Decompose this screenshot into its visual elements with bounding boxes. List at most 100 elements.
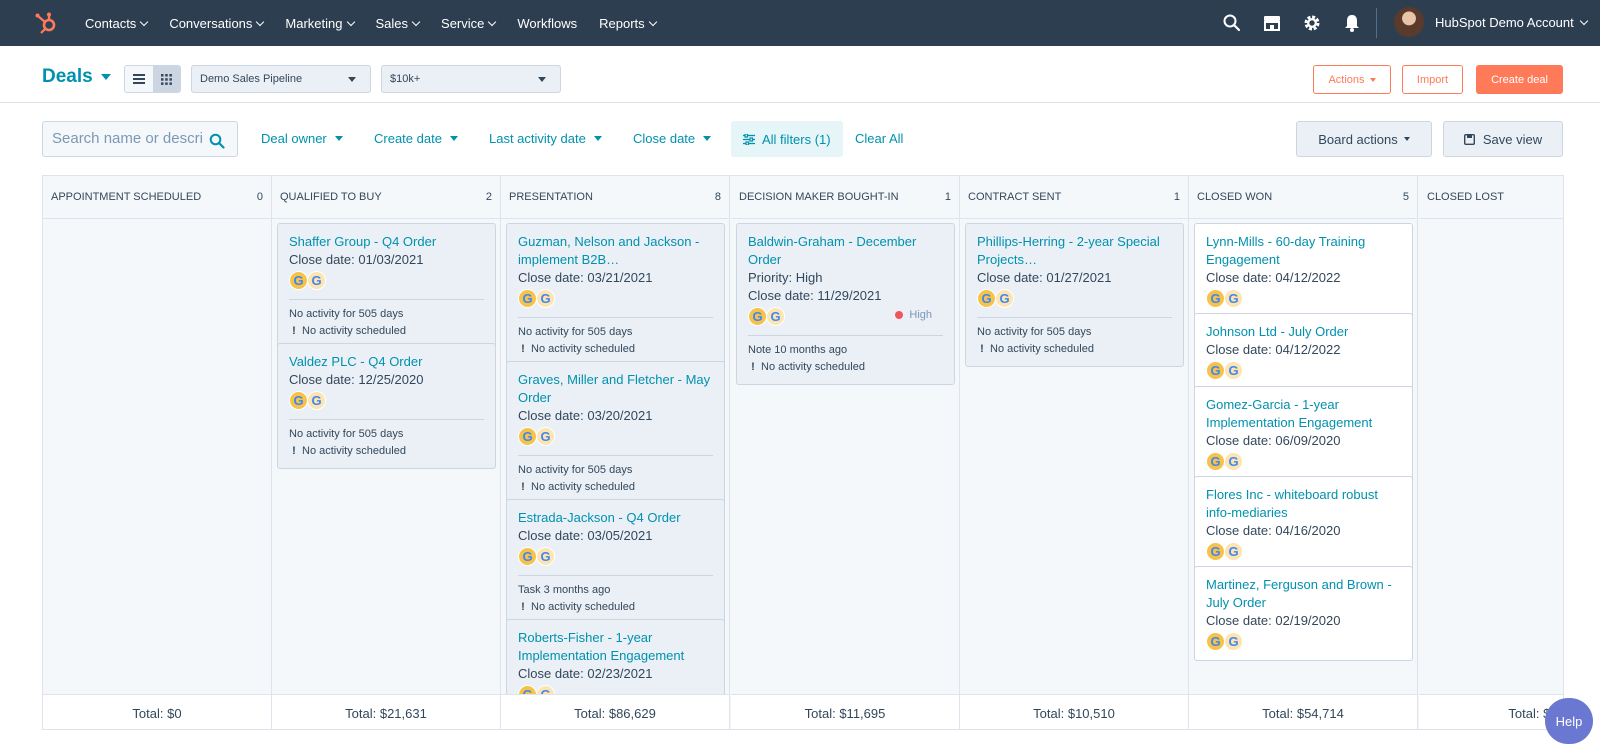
last-activity-date-filter[interactable]: Last activity date <box>489 131 602 146</box>
deal-card[interactable]: Roberts-Fisher - 1-year Implementation E… <box>506 619 725 694</box>
deal-name-link[interactable]: Guzman, Nelson and Jackson - implement B… <box>518 233 713 269</box>
google-avatar-icon[interactable]: G <box>1224 361 1243 380</box>
search-input[interactable] <box>52 130 202 147</box>
nav-item-marketing[interactable]: Marketing <box>285 16 355 31</box>
google-avatar-icon[interactable]: G <box>518 685 537 694</box>
pipeline-stage-column: CONTRACT SENT 1 Phillips-Herring - 2-year … <box>960 176 1189 729</box>
google-avatar-icon[interactable]: G <box>1224 542 1243 561</box>
deal-name-link[interactable]: Valdez PLC - Q4 Order <box>289 353 484 371</box>
deal-name-link[interactable]: Baldwin-Graham - December Order <box>748 233 943 269</box>
deal-name-link[interactable]: Lynn-Mills - 60-day Training Engagement <box>1206 233 1401 269</box>
last-activity: No activity for 505 days <box>518 464 633 476</box>
deal-priority: Priority: High <box>748 269 943 287</box>
clear-all-link[interactable]: Clear All <box>855 131 903 146</box>
deal-card[interactable]: Guzman, Nelson and Jackson - implement B… <box>506 223 725 367</box>
deal-card[interactable]: Shaffer Group - Q4 Order Close date: 01/0… <box>277 223 496 349</box>
close-date-filter[interactable]: Close date <box>633 131 712 146</box>
save-view-button[interactable]: Save view <box>1443 121 1563 157</box>
page-header: Deals Demo Sales Pipeline $10k+ Actions … <box>0 46 1600 103</box>
google-avatar-icon[interactable]: G <box>748 307 767 326</box>
search-icon[interactable] <box>1222 13 1242 33</box>
search-icon[interactable] <box>209 133 225 149</box>
object-switcher[interactable]: Deals <box>42 66 111 88</box>
deal-card[interactable]: Gomez-Garcia - 1-year Implementation Eng… <box>1194 386 1413 481</box>
google-avatar-icon[interactable]: G <box>536 289 555 308</box>
google-avatar-icon[interactable]: G <box>536 427 555 446</box>
stage-total: Total: $54,714 <box>1189 694 1417 729</box>
owner-avatars: GG <box>518 427 713 447</box>
create-date-filter-label: Create date <box>374 131 442 146</box>
deal-name-link[interactable]: Shaffer Group - Q4 Order <box>289 233 484 251</box>
google-avatar-icon[interactable]: G <box>995 289 1014 308</box>
google-avatar-icon[interactable]: G <box>1224 632 1243 651</box>
last-activity: No activity for 505 days <box>289 308 404 320</box>
deal-owner-filter[interactable]: Deal owner <box>261 131 343 146</box>
nav-item-contacts[interactable]: Contacts <box>85 16 149 31</box>
priority-dot-icon <box>895 311 904 319</box>
google-avatar-icon[interactable]: G <box>307 271 326 290</box>
nav-item-sales[interactable]: Sales <box>376 16 421 31</box>
pipeline-select[interactable]: Demo Sales Pipeline <box>191 65 371 93</box>
google-avatar-icon[interactable]: G <box>536 547 555 566</box>
google-avatar-icon[interactable]: G <box>1224 452 1243 471</box>
deal-card[interactable]: Lynn-Mills - 60-day Training Engagement C… <box>1194 223 1413 318</box>
deal-card[interactable]: Martinez, Ferguson and Brown - July Orde… <box>1194 566 1413 661</box>
all-filters-button[interactable]: All filters (1) <box>731 121 843 157</box>
deal-card[interactable]: Flores Inc - whiteboard robust info-medi… <box>1194 476 1413 571</box>
google-avatar-icon[interactable]: G <box>1224 289 1243 308</box>
list-view-button[interactable] <box>125 66 153 92</box>
google-avatar-icon[interactable]: G <box>1206 632 1225 651</box>
google-avatar-icon[interactable]: G <box>1206 361 1225 380</box>
google-avatar-icon[interactable]: G <box>536 685 555 694</box>
board-view-button[interactable] <box>152 66 180 92</box>
google-avatar-icon[interactable]: G <box>307 391 326 410</box>
help-button[interactable]: Help <box>1545 698 1593 744</box>
deal-name-link[interactable]: Roberts-Fisher - 1-year Implementation E… <box>518 629 713 665</box>
deal-card[interactable]: Phillips-Herring - 2-year Special Projec… <box>965 223 1184 367</box>
account-menu[interactable]: HubSpot Demo Account <box>1435 15 1588 30</box>
google-avatar-icon[interactable]: G <box>289 391 308 410</box>
deal-card[interactable]: Valdez PLC - Q4 Order Close date: 12/25/2… <box>277 343 496 469</box>
actions-button[interactable]: Actions <box>1313 65 1391 94</box>
close-date-value: 06/09/2020 <box>1275 433 1341 448</box>
deal-name-link[interactable]: Johnson Ltd - July Order <box>1206 323 1401 341</box>
pipeline-stage-column: CLOSED WON 5 Lynn-Mills - 60-day Training … <box>1189 176 1418 729</box>
deal-card[interactable]: Graves, Miller and Fletcher - May Order C… <box>506 361 725 505</box>
google-avatar-icon[interactable]: G <box>518 547 537 566</box>
google-avatar-icon[interactable]: G <box>518 289 537 308</box>
nav-item-conversations[interactable]: Conversations <box>169 16 265 31</box>
nav-item-workflows[interactable]: Workflows <box>517 16 577 31</box>
google-avatar-icon[interactable]: G <box>1206 289 1225 308</box>
google-avatar-icon[interactable]: G <box>518 427 537 446</box>
google-avatar-icon[interactable]: G <box>289 271 308 290</box>
deal-card[interactable]: Johnson Ltd - July Order Close date: 04/1… <box>1194 313 1413 390</box>
nav-item-service[interactable]: Service <box>441 16 497 31</box>
stage-total: Total: $10,510 <box>960 694 1188 729</box>
google-avatar-icon[interactable]: G <box>1206 542 1225 561</box>
google-avatar-icon[interactable]: G <box>1206 452 1225 471</box>
deal-card[interactable]: Baldwin-Graham - December Order Priority:… <box>736 223 955 385</box>
deal-card[interactable]: Estrada-Jackson - Q4 Order Close date: 03… <box>506 499 725 625</box>
marketplace-icon[interactable] <box>1262 13 1282 33</box>
create-deal-button[interactable]: Create deal <box>1476 65 1563 94</box>
create-date-filter[interactable]: Create date <box>374 131 458 146</box>
gear-icon[interactable] <box>1302 13 1322 33</box>
board-actions-button[interactable]: Board actions <box>1296 121 1432 157</box>
deal-name-link[interactable]: Phillips-Herring - 2-year Special Projec… <box>977 233 1172 269</box>
google-avatar-icon[interactable]: G <box>766 307 785 326</box>
deal-name-link[interactable]: Estrada-Jackson - Q4 Order <box>518 509 713 527</box>
bell-icon[interactable] <box>1342 13 1362 33</box>
nav-item-reports[interactable]: Reports <box>599 16 657 31</box>
user-avatar[interactable] <box>1394 7 1424 37</box>
google-avatar-icon[interactable]: G <box>977 289 996 308</box>
amount-select-value: $10k+ <box>390 73 421 85</box>
card-divider <box>748 335 943 336</box>
hubspot-logo-icon[interactable] <box>34 11 58 35</box>
deal-name-link[interactable]: Martinez, Ferguson and Brown - July Orde… <box>1206 576 1401 612</box>
deal-name-link[interactable]: Gomez-Garcia - 1-year Implementation Eng… <box>1206 396 1401 432</box>
amount-select[interactable]: $10k+ <box>381 65 561 93</box>
import-button[interactable]: Import <box>1402 65 1463 94</box>
deal-name-link[interactable]: Flores Inc - whiteboard robust info-medi… <box>1206 486 1401 522</box>
pipeline-stage-column: APPOINTMENT SCHEDULED 0 Total: $0 <box>43 176 272 729</box>
deal-name-link[interactable]: Graves, Miller and Fletcher - May Order <box>518 371 713 407</box>
